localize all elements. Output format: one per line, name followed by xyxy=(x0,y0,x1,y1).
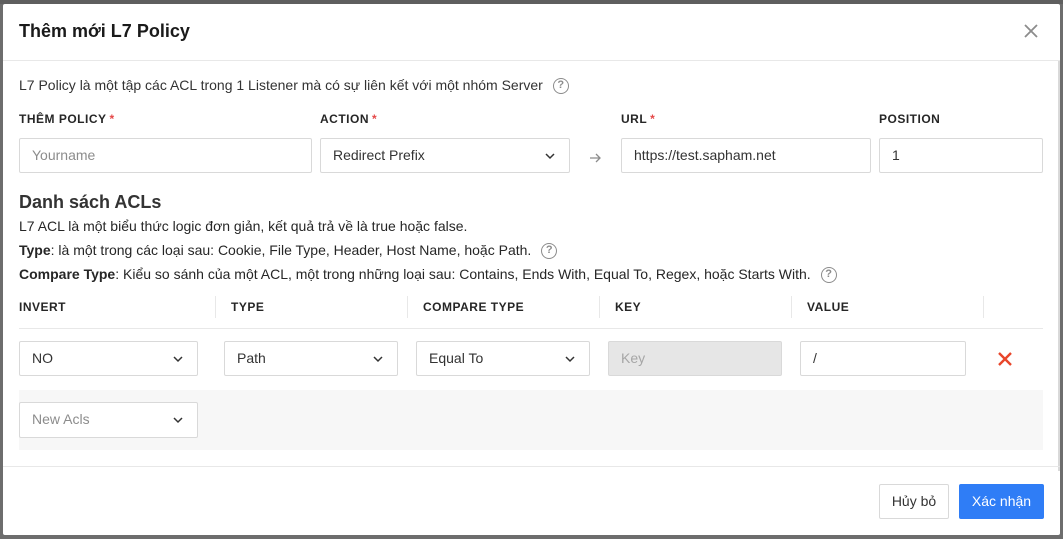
modal-title: Thêm mới L7 Policy xyxy=(19,21,190,41)
cancel-button[interactable]: Hủy bỏ xyxy=(879,484,949,519)
chevron-down-icon xyxy=(545,153,555,160)
confirm-button[interactable]: Xác nhận xyxy=(959,484,1044,519)
action-label: ACTION * xyxy=(320,112,378,126)
chevron-down-icon xyxy=(373,356,383,363)
policy-name-input[interactable]: Yourname xyxy=(19,138,312,173)
acl-intro: L7 ACL là một biểu thức logic đơn giản, … xyxy=(19,218,468,234)
compare-type-select[interactable]: Equal To xyxy=(416,341,590,376)
url-label: URL * xyxy=(621,112,656,126)
help-icon[interactable]: ? xyxy=(541,243,558,260)
acl-compare-type-description: Compare Type: Kiểu so sánh của một ACL, … xyxy=(19,266,837,284)
chevron-down-icon xyxy=(173,356,183,363)
modal-header: Thêm mới L7 Policy xyxy=(3,4,1060,61)
column-header-compare-type: COMPARE TYPE xyxy=(423,300,525,314)
column-header-value: VALUE xyxy=(807,300,850,314)
column-header-invert: INVERT xyxy=(19,300,67,314)
acl-table-header: INVERT TYPE COMPARE TYPE KEY VALUE xyxy=(19,294,1043,329)
value-input[interactable]: / xyxy=(800,341,966,376)
modal-scrollbar[interactable] xyxy=(1058,61,1060,471)
chevron-down-icon xyxy=(565,356,575,363)
column-divider xyxy=(983,296,984,318)
add-l7-policy-modal: Thêm mới L7 Policy L7 Policy là một tập … xyxy=(3,4,1060,535)
url-input[interactable]: https://test.sapham.net xyxy=(621,138,871,173)
type-select[interactable]: Path xyxy=(224,341,398,376)
close-icon xyxy=(1024,24,1038,38)
modal-footer: Hủy bỏ Xác nhận xyxy=(3,466,1060,535)
position-input[interactable]: 1 xyxy=(879,138,1043,173)
close-button[interactable] xyxy=(1020,20,1042,42)
column-divider xyxy=(215,296,216,318)
action-select[interactable]: Redirect Prefix xyxy=(320,138,570,173)
chevron-down-icon xyxy=(173,417,183,424)
arrow-right-icon xyxy=(590,153,601,163)
key-input[interactable]: Key xyxy=(608,341,782,376)
column-header-type: TYPE xyxy=(231,300,265,314)
column-header-key: KEY xyxy=(615,300,642,314)
delete-icon[interactable] xyxy=(996,350,1014,368)
position-label: POSITION xyxy=(879,112,941,126)
acl-section-title: Danh sách ACLs xyxy=(19,192,162,212)
invert-select[interactable]: NO xyxy=(19,341,198,376)
column-divider xyxy=(791,296,792,318)
policy-description: L7 Policy là một tập các ACL trong 1 Lis… xyxy=(19,77,569,95)
help-icon[interactable]: ? xyxy=(552,78,569,95)
help-icon[interactable]: ? xyxy=(820,267,837,284)
acl-type-description: Type: là một trong các loại sau: Cookie,… xyxy=(19,242,558,260)
policy-label: THÊM POLICY * xyxy=(19,112,115,126)
policy-description-text: L7 Policy là một tập các ACL trong 1 Lis… xyxy=(19,77,543,93)
new-acl-select[interactable]: New Acls xyxy=(19,402,198,438)
column-divider xyxy=(407,296,408,318)
column-divider xyxy=(599,296,600,318)
